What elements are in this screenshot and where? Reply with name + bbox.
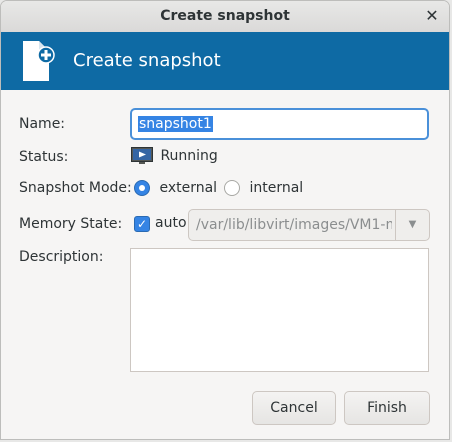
chevron-down-icon: ▼	[408, 219, 417, 230]
description-textarea[interactable]	[130, 248, 429, 372]
radio-unselected-icon	[224, 180, 240, 196]
mode-radio-external[interactable]: external	[134, 180, 217, 198]
memory-auto-label: auto	[155, 215, 187, 231]
mode-option-label: external	[159, 180, 218, 196]
radio-selected-icon	[134, 180, 150, 196]
mode-radio-internal[interactable]: internal	[224, 180, 303, 198]
snapshot-mode-label: Snapshot Mode:	[19, 180, 132, 196]
description-label: Description:	[19, 249, 104, 265]
snapshot-add-icon	[23, 41, 55, 81]
name-input[interactable]: snapshot1	[130, 108, 429, 140]
memory-auto-checkbox[interactable]: ✓	[134, 216, 150, 232]
memory-state-label: Memory State:	[19, 216, 123, 232]
finish-button[interactable]: Finish	[344, 391, 430, 425]
mode-option-label: internal	[249, 180, 304, 196]
close-icon[interactable]: ✕	[423, 7, 441, 25]
status-value: Running	[131, 147, 218, 167]
memory-path-combo: /var/lib/libvirt/images/VM1-m ▼	[188, 209, 430, 241]
name-input-value: snapshot1	[138, 116, 213, 132]
window-title: Create snapshot	[160, 8, 290, 24]
memory-path-text: /var/lib/libvirt/images/VM1-m	[196, 217, 392, 233]
header-banner: Create snapshot	[1, 32, 449, 90]
title-bar: Create snapshot ✕	[1, 1, 449, 33]
status-text: Running	[160, 148, 218, 164]
running-vm-icon	[131, 147, 153, 164]
cancel-button[interactable]: Cancel	[252, 391, 336, 425]
banner-title: Create snapshot	[73, 50, 221, 71]
name-label: Name:	[19, 116, 66, 132]
create-snapshot-dialog: Create snapshot ✕ Create snapshot Name: …	[0, 0, 450, 440]
status-label: Status:	[19, 149, 69, 165]
